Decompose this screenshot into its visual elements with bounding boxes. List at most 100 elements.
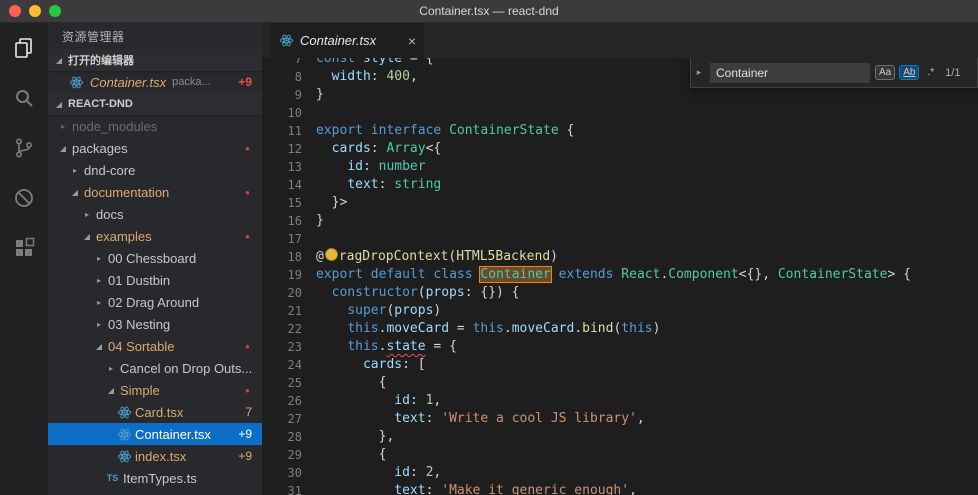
line-content: export interface ContainerState { [316,123,575,138]
code-line-17[interactable]: 17 [262,230,978,248]
tree-item-simple[interactable]: ◢ Simple ● [48,379,262,401]
project-section-header[interactable]: ◢ REACT-DND [48,93,262,115]
line-number[interactable]: 25 [262,374,316,392]
code-line-30[interactable]: 30 id: 2, [262,464,978,482]
code-line-23[interactable]: 23 this.state = { [262,338,978,356]
code-line-27[interactable]: 27 text: 'Write a cool JS library', [262,410,978,428]
code-line-14[interactable]: 14 text: string [262,176,978,194]
line-number[interactable]: 20 [262,284,316,302]
tree-item-03-nesting[interactable]: ▸ 03 Nesting [48,313,262,335]
chevron-expanded-icon: ◢ [55,99,63,109]
open-editor-item[interactable]: Container.tsx packa... +9 [48,71,262,93]
code-line-13[interactable]: 13 id: number [262,158,978,176]
close-tab-icon[interactable]: × [408,33,416,49]
tree-item-label: dnd-core [84,162,136,178]
code-line-24[interactable]: 24 cards: [ [262,356,978,374]
chevron-collapsed-icon: ▸ [96,253,101,263]
tree-item-itemtypes-ts[interactable]: TS ItemTypes.ts [48,467,262,489]
match-case-button[interactable]: Aa [875,65,896,80]
code-line-29[interactable]: 29 { [262,446,978,464]
tree-item-02-drag-around[interactable]: ▸ 02 Drag Around [48,291,262,313]
tree-item-docs[interactable]: ▸ docs [48,203,262,225]
line-number[interactable]: 8 [262,68,316,86]
line-number[interactable]: 23 [262,338,316,356]
code-line-11[interactable]: 11 export interface ContainerState { [262,122,978,140]
chevron-expanded-icon: ◢ [95,341,103,351]
code-editor[interactable]: 7 const style = {8 width: 400, 9} 10 11 expor… [262,58,978,495]
line-number[interactable]: 9 [262,86,316,104]
line-number[interactable]: 17 [262,230,316,248]
line-number[interactable]: 11 [262,122,316,140]
code-line-28[interactable]: 28 }, [262,428,978,446]
line-number[interactable]: 31 [262,482,316,495]
line-number[interactable]: 19 [262,266,316,284]
line-number[interactable]: 22 [262,320,316,338]
line-number[interactable]: 21 [262,302,316,320]
tree-item-examples[interactable]: ◢ examples ● [48,225,262,247]
code-line-16[interactable]: 16} [262,212,978,230]
activity-bar [0,23,48,495]
code-line-26[interactable]: 26 id: 1, [262,392,978,410]
search-icon[interactable] [11,85,37,111]
line-content: text: 'Write a cool JS library', [394,411,645,426]
toggle-replace-button[interactable]: ▸ [693,67,705,78]
tree-item-packages[interactable]: ◢ packages ● [48,137,262,159]
line-number[interactable]: 28 [262,428,316,446]
tree-item-stress-test[interactable]: ▸Stress Test [48,489,262,495]
line-number[interactable]: 13 [262,158,316,176]
tree-item-01-dustbin[interactable]: ▸ 01 Dustbin [48,269,262,291]
tree-item-index-tsx[interactable]: index.tsx +9 [48,445,262,467]
tab-container-tsx[interactable]: Container.tsx × [270,23,424,58]
open-editors-header[interactable]: ◢ 打开的编辑器 [48,49,262,71]
line-content: this.moveCard = this.moveCard.bind(this) [347,321,661,336]
line-content: constructor(props: {}) { [331,285,520,300]
line-number[interactable]: 12 [262,140,316,158]
line-number[interactable]: 27 [262,410,316,428]
code-line-25[interactable]: 25 { [262,374,978,392]
tree-item-label: 01 Dustbin [108,272,171,288]
react-file-icon [116,426,133,442]
code-line-20[interactable]: 20 constructor(props: {}) { [262,284,978,302]
line-number[interactable]: 10 [262,104,316,122]
tree-item-card-tsx[interactable]: Card.tsx 7 [48,401,262,423]
code-line-15[interactable]: 15 }> [262,194,978,212]
extensions-icon[interactable] [11,235,37,261]
tree-item-container-tsx[interactable]: Container.tsx +9 [48,423,262,445]
code-line-21[interactable]: 21 super(props) [262,302,978,320]
zoom-window-button[interactable] [49,5,61,17]
code-line-19[interactable]: 19 export default class Container extends… [262,266,978,284]
line-number[interactable]: 18 [262,248,316,266]
files-icon[interactable] [11,35,37,61]
line-number[interactable]: 15 [262,194,316,212]
vscode-window: Container.tsx — react-dnd 资源管理器 ◢ 打开的编辑器… [0,0,978,495]
tree-item-00-chessboard[interactable]: ▸ 00 Chessboard [48,247,262,269]
line-number[interactable]: 29 [262,446,316,464]
find-input[interactable] [710,62,870,83]
regex-button[interactable]: .* [923,65,938,80]
tree-item-cancel-on-drop-outs[interactable]: ▸ Cancel on Drop Outs... [48,357,262,379]
tree-item-node-modules[interactable]: ▸ node_modules [48,115,262,137]
line-number[interactable]: 7 [262,58,316,68]
line-number[interactable]: 24 [262,356,316,374]
code-line-18[interactable]: 18 @ ragDropContext(HTML5Backend) [262,248,978,266]
code-line-12[interactable]: 12 cards: Array<{ [262,140,978,158]
tree-item-04-sortable[interactable]: ◢ 04 Sortable ● [48,335,262,357]
source-control-icon[interactable] [11,135,37,161]
code-line-10[interactable]: 10 [262,104,978,122]
tree-item-documentation[interactable]: ◢ documentation ● [48,181,262,203]
line-number[interactable]: 16 [262,212,316,230]
close-window-button[interactable] [9,5,21,17]
line-content: }> [316,195,348,210]
line-number[interactable]: 30 [262,464,316,482]
code-line-22[interactable]: 22 this.moveCard = this.moveCard.bind(th… [262,320,978,338]
minimize-window-button[interactable] [29,5,41,17]
tree-item-dnd-core[interactable]: ▸ dnd-core [48,159,262,181]
git-badge: 7 [245,405,252,419]
code-line-31[interactable]: 31 text: 'Make it generic enough', [262,482,978,495]
code-line-9[interactable]: 9} [262,86,978,104]
line-number[interactable]: 14 [262,176,316,194]
debug-icon[interactable] [11,185,37,211]
whole-word-button[interactable]: Ab [899,65,920,80]
line-number[interactable]: 26 [262,392,316,410]
react-file-icon [278,33,295,49]
